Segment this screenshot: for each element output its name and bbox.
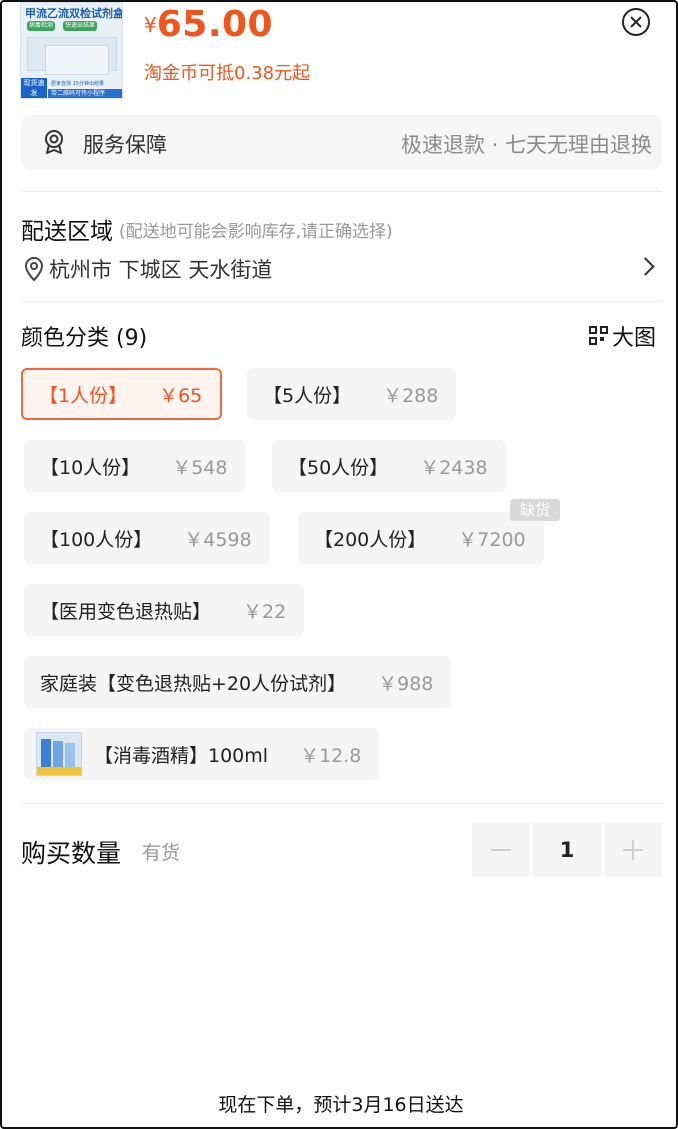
service-guarantee-row[interactable]: 服务保障 极速退款 · 七天无理由退换 [21, 115, 662, 170]
divider [21, 803, 662, 804]
variant-option[interactable]: 【消毒酒精】100ml ￥12.8 [24, 728, 380, 780]
divider [21, 301, 662, 302]
variant-price: ￥988 [378, 672, 434, 695]
service-description: 极速退款 · 七天无理由退换 [400, 133, 652, 157]
variant-option[interactable]: 家庭装【变色退热贴+20人份试剂】 ￥988 [24, 656, 452, 708]
plus-icon[interactable] [604, 823, 662, 877]
product-thumbnail[interactable]: 甲流乙流双检试剂盒 病毒检测 快速出结果 居家自测 15分钟出结果 现货速发 带… [20, 2, 123, 99]
variant-price: ￥2438 [420, 456, 488, 479]
badge-icon [45, 130, 63, 154]
variant-name: 【医用变色退热贴】 [40, 600, 212, 623]
quantity-label: 购买数量 [21, 839, 122, 868]
thumbnail-badge: 现货速发 [21, 78, 47, 98]
variant-price: ￥4598 [184, 528, 252, 551]
service-label: 服务保障 [83, 133, 167, 157]
currency-symbol: ¥ [144, 13, 157, 37]
chevron-right-icon [636, 257, 655, 276]
variant-option[interactable]: 【1人份】 ￥65 [21, 368, 223, 420]
coin-discount-note: 淘金币可抵0.38元起 [144, 63, 311, 84]
variant-name: 家庭装【变色退热贴+20人份试剂】 [40, 672, 347, 695]
variant-option[interactable]: 【10人份】 ￥548 [24, 440, 246, 492]
grid-icon [588, 326, 609, 346]
thumbnail-chip: 病毒检测 [27, 21, 56, 31]
variant-option[interactable]: 【100人份】 ￥4598 [24, 512, 270, 564]
thumbnail-box [45, 45, 109, 75]
delivery-address: 杭州市 下城区 天水街道 [49, 258, 273, 282]
divider [21, 191, 662, 192]
big-picture-label: 大图 [611, 326, 656, 351]
out-of-stock-badge: 缺货 [510, 499, 560, 521]
location-pin-icon [24, 257, 44, 281]
delivery-hint: (配送地可能会影响库存,请正确选择) [119, 222, 393, 242]
delivery-title: 配送区域 [21, 219, 113, 245]
variant-name: 【10人份】 [40, 456, 141, 479]
variant-price: ￥288 [383, 384, 439, 407]
stock-status: 有货 [142, 842, 181, 864]
variant-section-title: 颜色分类 (9) [21, 326, 148, 351]
variant-option[interactable]: 【200人份】 ￥7200 [298, 512, 544, 564]
close-icon[interactable] [622, 8, 650, 36]
product-price: ¥65.00 [144, 4, 273, 45]
variant-name: 【50人份】 [288, 456, 389, 479]
variant-price: ￥7200 [458, 528, 526, 551]
thumbnail-strip: 带二维码可传小程序 [48, 89, 122, 98]
variant-price: ￥548 [172, 456, 228, 479]
thumbnail-chip: 快速出结果 [63, 21, 98, 31]
variant-price: ￥65 [159, 384, 203, 407]
quantity-stepper: 1 [472, 823, 662, 877]
variant-name: 【1人份】 [39, 384, 128, 407]
big-picture-button[interactable]: 大图 [588, 320, 656, 352]
quantity-value[interactable]: 1 [532, 823, 602, 877]
variant-name: 【消毒酒精】100ml [94, 744, 269, 767]
delivery-estimate: 现在下单，预计3月16日送达 [218, 1094, 464, 1116]
delivery-area-row[interactable]: 配送区域 (配送地可能会影响库存,请正确选择) 杭州市 下城区 天水街道 [21, 210, 662, 285]
variant-name: 【100人份】 [40, 528, 153, 551]
variant-price: ￥12.8 [300, 744, 362, 767]
minus-icon[interactable] [472, 823, 530, 877]
thumbnail-title: 甲流乙流双检试剂盒 [25, 7, 123, 20]
variant-thumbnail [36, 732, 82, 776]
variant-name: 【200人份】 [314, 528, 427, 551]
variant-price: ￥22 [243, 600, 287, 623]
variant-option[interactable]: 【医用变色退热贴】 ￥22 [24, 584, 305, 636]
price-value: 65.00 [156, 4, 274, 45]
variant-name: 【5人份】 [263, 384, 352, 407]
sku-selection-panel: 甲流乙流双检试剂盒 病毒检测 快速出结果 居家自测 15分钟出结果 现货速发 带… [0, 0, 678, 1129]
variant-option[interactable]: 【50人份】 ￥2438 [272, 440, 506, 492]
thumbnail-caption: 居家自测 15分钟出结果 [51, 81, 104, 87]
variant-option[interactable]: 【5人份】 ￥288 [247, 368, 457, 420]
